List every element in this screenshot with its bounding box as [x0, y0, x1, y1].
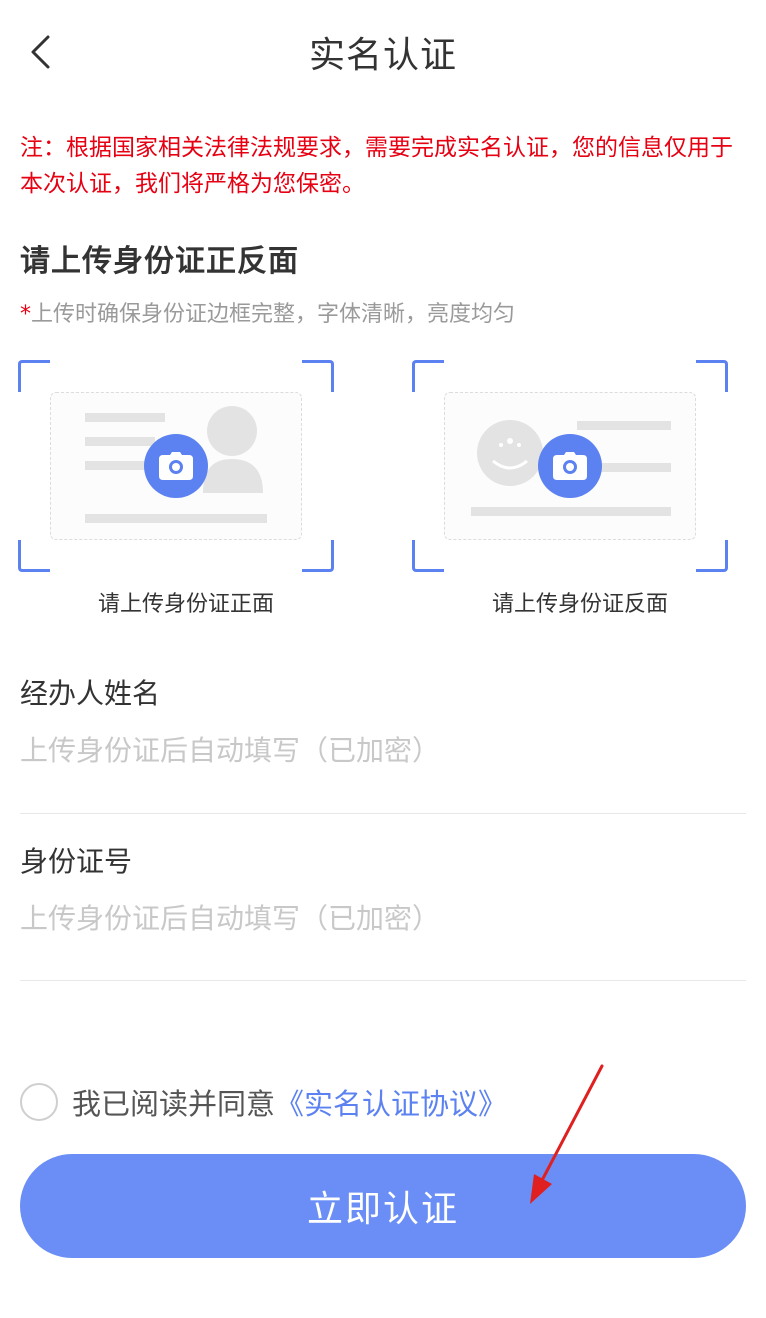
frame-corner	[302, 360, 334, 392]
legal-notice: 注：根据国家相关法律法规要求，需要完成实名认证，您的信息仅用于本次认证，我们将严…	[20, 135, 733, 197]
camera-button[interactable]	[538, 434, 602, 498]
annotation-arrow-icon	[530, 1064, 604, 1204]
agreement-text: 我已阅读并同意	[72, 1087, 276, 1121]
upload-hint-text: 上传时确保身份证边框完整，字体清晰，亮度均匀	[31, 302, 516, 327]
frame-corner	[18, 540, 50, 572]
portrait-head	[207, 406, 257, 456]
page-title: 实名认证	[308, 35, 457, 76]
camera-button[interactable]	[144, 434, 208, 498]
name-input[interactable]	[20, 730, 740, 770]
upload-hint: *上传时确保身份证边框完整，字体清晰，亮度均匀	[20, 296, 515, 328]
national-emblem	[477, 420, 543, 486]
name-field-row: 经办人姓名	[20, 672, 746, 814]
id-back-upload[interactable]	[412, 360, 728, 572]
frame-corner	[18, 360, 50, 392]
frame-corner	[696, 540, 728, 572]
id-number-field-label: 身份证号	[20, 845, 133, 878]
id-number-input[interactable]	[20, 898, 740, 938]
portrait-shoulders	[203, 459, 263, 493]
upload-section-title: 请上传身份证正反面	[20, 244, 299, 279]
camera-icon	[159, 452, 193, 480]
frame-corner	[696, 360, 728, 392]
id-number-field-row: 身份证号	[20, 840, 746, 981]
agreement-row: 我已阅读并同意 《实名认证协议》	[20, 1080, 507, 1124]
frame-corner	[302, 540, 334, 572]
frame-corner	[412, 360, 444, 392]
frame-corner	[412, 540, 444, 572]
nav-bar: 实名认证	[0, 0, 766, 104]
submit-button[interactable]: 立即认证	[20, 1154, 746, 1258]
required-star: *	[20, 302, 31, 327]
camera-icon	[553, 452, 587, 480]
agreement-radio[interactable]	[20, 1083, 58, 1121]
name-field-label: 经办人姓名	[20, 677, 161, 710]
id-front-caption: 请上传身份证正面	[97, 592, 274, 617]
id-front-upload[interactable]	[18, 360, 334, 572]
agreement-link[interactable]: 《实名认证协议》	[275, 1081, 507, 1123]
id-back-caption: 请上传身份证反面	[491, 592, 668, 617]
